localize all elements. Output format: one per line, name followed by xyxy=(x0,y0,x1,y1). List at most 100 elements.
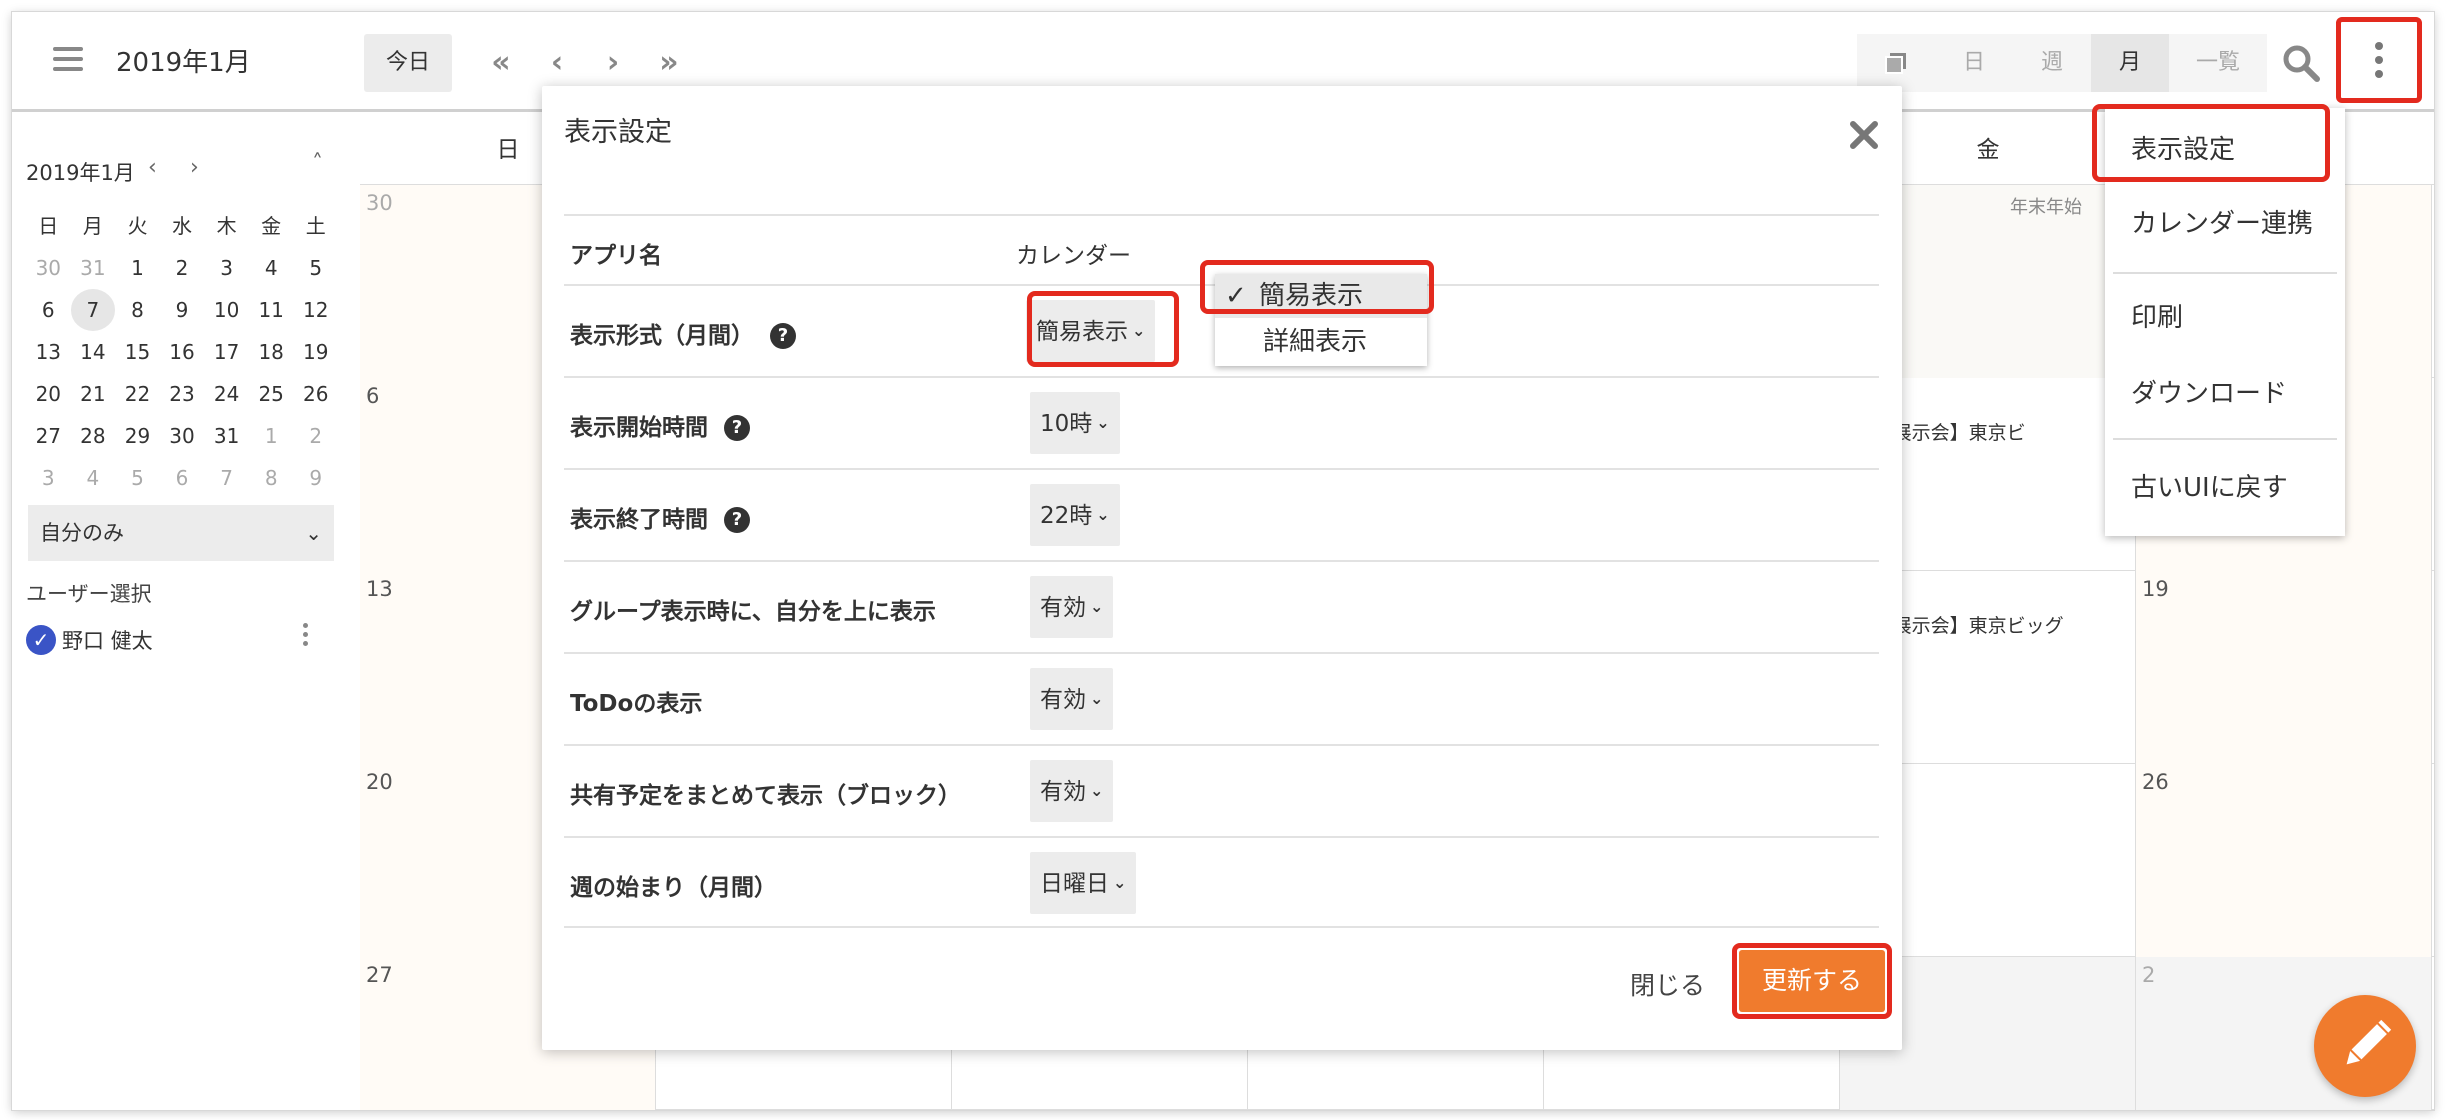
mini-day-today[interactable]: 7 xyxy=(70,289,116,331)
help-icon[interactable]: ? xyxy=(724,507,750,533)
help-icon[interactable]: ? xyxy=(770,323,796,349)
mini-day[interactable]: 17 xyxy=(204,331,249,373)
close-icon[interactable] xyxy=(1847,118,1881,152)
more-menu-button[interactable] xyxy=(2336,17,2422,103)
mini-day[interactable]: 1 xyxy=(115,247,160,289)
chevron-down-icon: ⌄ xyxy=(1090,597,1104,616)
view-day-button[interactable]: 日 xyxy=(1935,34,2013,92)
group-self-top-select[interactable]: 有効 ⌄ xyxy=(1030,576,1114,638)
mini-day[interactable]: 29 xyxy=(115,415,160,457)
week-start-select[interactable]: 日曜日 ⌄ xyxy=(1030,852,1137,914)
mini-day[interactable]: 27 xyxy=(26,415,71,457)
mini-day[interactable]: 3 xyxy=(204,247,249,289)
today-button[interactable]: 今日 xyxy=(364,34,452,92)
mini-day[interactable]: 13 xyxy=(26,331,71,373)
end-time-select[interactable]: 22時 ⌄ xyxy=(1030,484,1120,546)
mini-week-row: 3 4 5 6 7 8 9 xyxy=(26,457,338,499)
view-month-button[interactable]: 月 xyxy=(2091,34,2169,92)
mini-day[interactable]: 4 xyxy=(249,247,294,289)
mini-day[interactable]: 2 xyxy=(160,247,205,289)
view-list-button[interactable]: 一覧 xyxy=(2169,34,2267,92)
mini-day[interactable]: 8 xyxy=(115,289,160,331)
next-year-icon[interactable]: » xyxy=(646,40,692,86)
mini-day[interactable]: 2 xyxy=(293,415,338,457)
mini-prev-icon[interactable]: ‹ xyxy=(148,155,157,180)
mini-day[interactable]: 9 xyxy=(293,457,338,499)
mini-day[interactable]: 30 xyxy=(160,415,205,457)
mini-day[interactable]: 28 xyxy=(71,415,116,457)
mini-day[interactable]: 6 xyxy=(160,457,205,499)
menu-item-calendar-sync[interactable]: カレンダー連携 xyxy=(2105,194,2345,254)
setting-label-text: 表示終了時間 xyxy=(570,507,708,533)
user-select-title: ユーザー選択 xyxy=(26,582,152,606)
mini-day[interactable]: 25 xyxy=(249,373,294,415)
day-cell[interactable]: 26 xyxy=(2136,764,2432,957)
help-icon[interactable]: ? xyxy=(724,415,750,441)
hamburger-menu-icon[interactable] xyxy=(53,47,83,71)
mini-day[interactable]: 23 xyxy=(160,373,205,415)
mini-day[interactable]: 6 xyxy=(26,289,71,331)
mini-day[interactable]: 18 xyxy=(249,331,294,373)
start-time-value: 10時 xyxy=(1040,411,1093,437)
shared-block-select[interactable]: 有効 ⌄ xyxy=(1030,760,1114,822)
search-icon[interactable] xyxy=(2280,42,2322,84)
view-week-button[interactable]: 週 xyxy=(2013,34,2091,92)
highlight-dropdown-option xyxy=(1200,260,1434,314)
setting-label: 表示開始時間? xyxy=(570,408,750,442)
mini-day[interactable]: 14 xyxy=(71,331,116,373)
prev-year-icon[interactable]: « xyxy=(478,40,524,86)
setting-label: グループ表示時に、自分を上に表示 xyxy=(570,599,936,625)
mini-day[interactable]: 20 xyxy=(26,373,71,415)
new-event-button[interactable] xyxy=(2314,995,2416,1097)
mini-day[interactable]: 8 xyxy=(249,457,294,499)
mini-weekday: 木 xyxy=(216,214,237,238)
mini-day[interactable]: 1 xyxy=(249,415,294,457)
menu-item-print[interactable]: 印刷 xyxy=(2105,288,2345,348)
day-number: 20 xyxy=(366,770,393,794)
mini-day[interactable]: 16 xyxy=(160,331,205,373)
mini-day[interactable]: 21 xyxy=(71,373,116,415)
prev-month-icon[interactable]: ‹ xyxy=(534,40,580,86)
end-time-value: 22時 xyxy=(1040,503,1093,529)
day-number: 13 xyxy=(366,577,393,601)
highlight-update-button xyxy=(1732,943,1892,1019)
mini-weekday: 水 xyxy=(172,214,193,238)
scope-select[interactable]: 自分のみ ⌄ xyxy=(28,505,334,561)
next-month-icon[interactable]: › xyxy=(590,40,636,86)
mini-day[interactable]: 4 xyxy=(71,457,116,499)
user-more-icon[interactable] xyxy=(300,623,310,653)
mini-day[interactable]: 7 xyxy=(204,457,249,499)
setting-label: 週の始まり（月間） xyxy=(570,875,777,901)
day-cell[interactable]: 19 xyxy=(2136,571,2432,764)
user-checkbox-checked-icon[interactable]: ✓ xyxy=(26,625,56,655)
mini-day[interactable]: 5 xyxy=(115,457,160,499)
dropdown-option-detail[interactable]: 詳細表示 xyxy=(1215,320,1427,364)
mini-day[interactable]: 15 xyxy=(115,331,160,373)
mini-day[interactable]: 31 xyxy=(71,247,116,289)
mini-day[interactable]: 19 xyxy=(293,331,338,373)
mini-day[interactable]: 26 xyxy=(293,373,338,415)
mini-day[interactable]: 30 xyxy=(26,247,71,289)
setting-row-group-self-top: グループ表示時に、自分を上に表示 有効 ⌄ xyxy=(564,560,1879,652)
menu-item-download[interactable]: ダウンロード xyxy=(2105,364,2345,424)
mini-day[interactable]: 5 xyxy=(293,247,338,289)
mini-day[interactable]: 11 xyxy=(249,289,294,331)
mini-day[interactable]: 24 xyxy=(204,373,249,415)
collapse-chevron-icon[interactable]: ˄ xyxy=(312,151,323,176)
mini-day[interactable]: 3 xyxy=(26,457,71,499)
mini-day[interactable]: 10 xyxy=(204,289,249,331)
close-button[interactable]: 閉じる xyxy=(1630,966,1705,1002)
start-time-select[interactable]: 10時 ⌄ xyxy=(1030,392,1120,454)
menu-item-old-ui[interactable]: 古いUIに戻す xyxy=(2105,458,2345,518)
mini-day[interactable]: 12 xyxy=(293,289,338,331)
mini-weekday: 金 xyxy=(261,214,282,238)
mini-day[interactable]: 9 xyxy=(160,289,205,331)
setting-label: 表示形式（月間）? xyxy=(570,316,796,350)
mini-day[interactable]: 22 xyxy=(115,373,160,415)
day-number: 26 xyxy=(2142,770,2169,794)
todo-select[interactable]: 有効 ⌄ xyxy=(1030,668,1114,730)
copy-view-button[interactable] xyxy=(1857,34,1935,92)
mini-day[interactable]: 31 xyxy=(204,415,249,457)
mini-next-icon[interactable]: › xyxy=(190,155,199,180)
highlight-menu-display-settings xyxy=(2092,104,2330,182)
